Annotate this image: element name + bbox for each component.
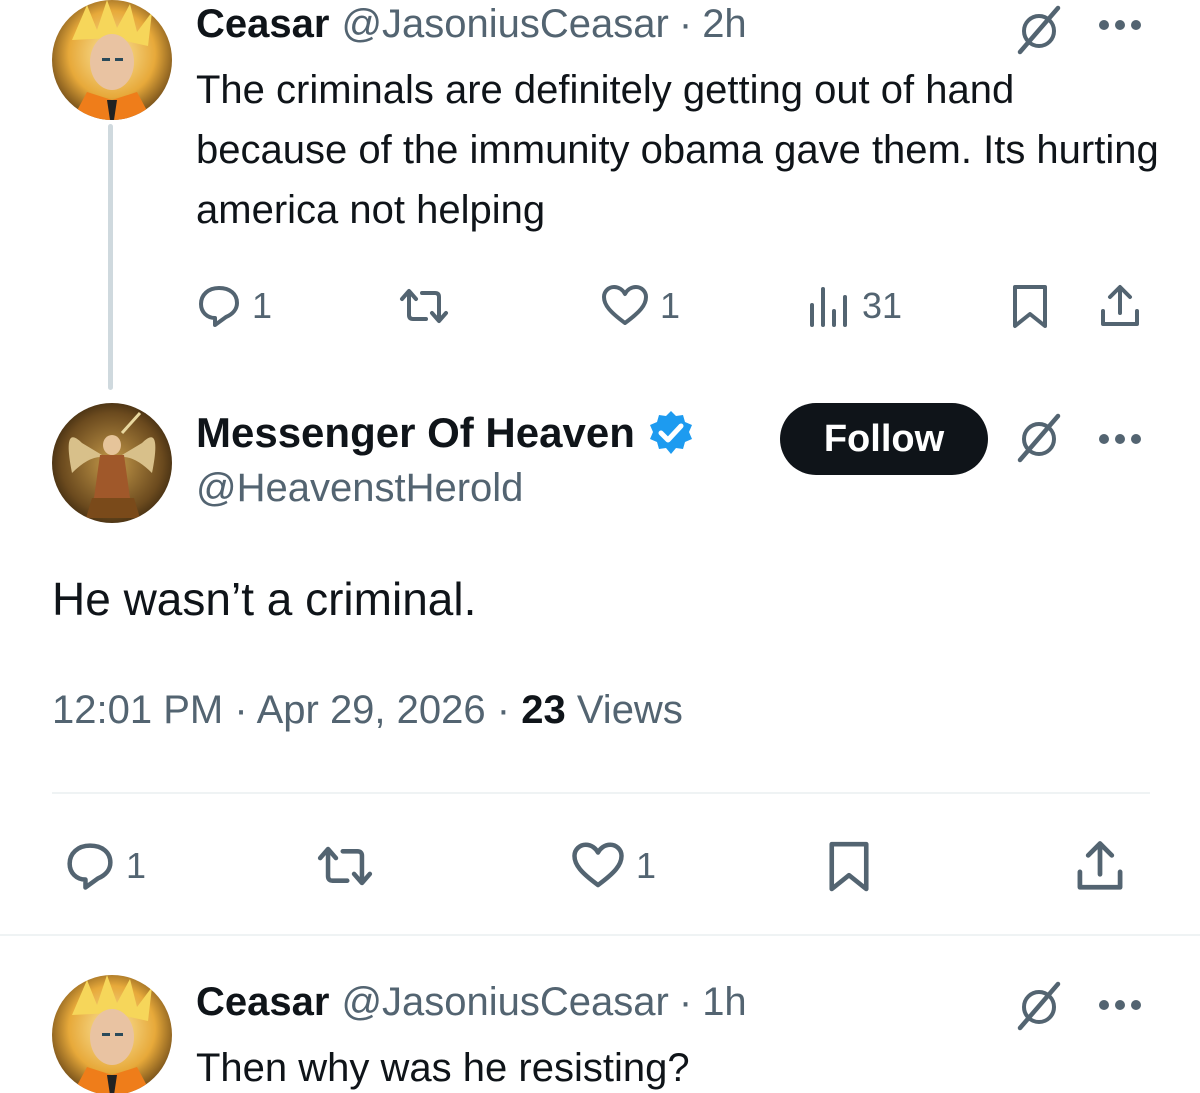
repost-icon	[317, 846, 373, 886]
avatar-messenger-of-heaven[interactable]	[52, 403, 172, 523]
more-icon[interactable]	[1097, 18, 1143, 32]
grok-icon[interactable]	[1012, 410, 1066, 464]
views-button[interactable]: 31	[806, 280, 902, 332]
bookmark-icon	[1013, 285, 1047, 328]
divider	[52, 792, 1150, 794]
separator: ·	[496, 688, 511, 732]
reply-button[interactable]: 1	[196, 280, 272, 332]
share-icon	[1077, 841, 1123, 890]
views-label: Views	[576, 688, 683, 732]
like-count: 1	[636, 845, 657, 886]
like-count: 1	[660, 285, 681, 326]
tweet-date[interactable]: Apr 29, 2026	[257, 688, 486, 732]
main-tweet-text: He wasn’t a criminal.	[52, 573, 477, 625]
bookmark-icon	[829, 841, 869, 892]
separator: ·	[678, 980, 693, 1024]
more-icon[interactable]	[1097, 432, 1143, 446]
author-display-name[interactable]: Ceasar	[196, 2, 329, 47]
reply-icon	[67, 843, 113, 890]
repost-button[interactable]	[312, 836, 378, 896]
verified-badge-icon[interactable]	[647, 409, 695, 457]
separator: ·	[678, 2, 693, 46]
share-button[interactable]	[1074, 836, 1126, 896]
more-icon[interactable]	[1097, 998, 1143, 1012]
main-action-bar: 1 1	[52, 836, 1152, 896]
like-icon	[602, 285, 648, 325]
share-button[interactable]	[1098, 280, 1142, 332]
bookmark-button[interactable]	[826, 836, 872, 896]
tweet-thread: Ceasar @JasoniusCeasar · 2h The criminal…	[0, 0, 1200, 1093]
reply-text: Then why was he resisting?	[196, 1046, 690, 1090]
reply-count: 1	[126, 845, 147, 886]
reply-button[interactable]: 1	[64, 836, 146, 896]
reply-header: Ceasar @JasoniusCeasar · 2h	[196, 2, 747, 50]
share-icon	[1101, 285, 1139, 326]
thread-connector-line	[108, 124, 113, 390]
reply-header: Ceasar @JasoniusCeasar · 1h	[196, 980, 747, 1028]
like-button[interactable]: 1	[570, 836, 656, 896]
reply-action-bar: 1 1 31	[196, 280, 1146, 332]
tweet-timestamp[interactable]: 12:01 PM	[52, 688, 223, 732]
main-author-row: Messenger Of Heaven	[196, 406, 695, 460]
post-time[interactable]: 2h	[702, 2, 747, 47]
author-handle[interactable]: @JasoniusCeasar	[341, 2, 668, 47]
reply-text: The criminals are definitely getting out…	[196, 68, 1159, 232]
divider	[0, 934, 1200, 936]
main-author-handle[interactable]: @HeavenstHerold	[196, 466, 523, 511]
repost-icon	[400, 289, 448, 323]
main-author-display-name[interactable]: Messenger Of Heaven	[196, 409, 635, 457]
grok-icon[interactable]	[1012, 978, 1066, 1032]
like-button[interactable]: 1	[600, 280, 680, 332]
reply-icon	[199, 286, 239, 327]
follow-button[interactable]: Follow	[780, 403, 988, 475]
bookmark-button[interactable]	[1010, 280, 1050, 332]
reply-count: 1	[252, 285, 273, 326]
views-count: 31	[862, 285, 903, 326]
author-handle[interactable]: @JasoniusCeasar	[341, 980, 668, 1025]
separator: ·	[234, 688, 248, 732]
views-count: 23	[521, 688, 566, 732]
repost-button[interactable]	[396, 280, 452, 332]
author-display-name[interactable]: Ceasar	[196, 980, 329, 1025]
views-icon	[810, 287, 847, 327]
grok-icon[interactable]	[1012, 2, 1066, 56]
avatar-ceasar[interactable]	[52, 0, 172, 120]
avatar-ceasar[interactable]	[52, 975, 172, 1093]
post-time[interactable]: 1h	[702, 980, 747, 1025]
like-icon	[572, 842, 624, 888]
tweet-meta: 12:01 PM · Apr 29, 2026 · 23 Views	[52, 688, 683, 733]
